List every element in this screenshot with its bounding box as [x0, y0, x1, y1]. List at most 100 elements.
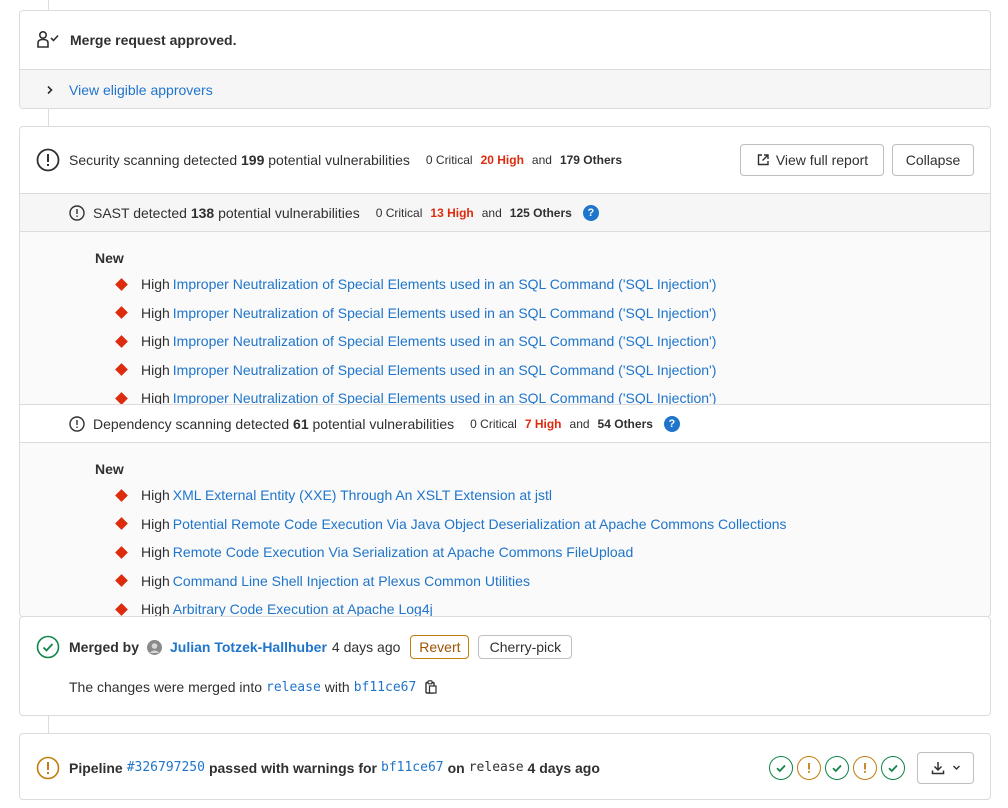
high-count: 7 High [524, 416, 562, 431]
approval-status: Merge request approved. [70, 32, 237, 48]
timeline-line [48, 108, 49, 126]
dependency-count: 61 [293, 415, 309, 432]
warning-circle-icon [36, 756, 60, 780]
vulnerability-row: High Remote Code Execution Via Serializat… [20, 538, 990, 567]
question-icon[interactable]: ? [582, 204, 599, 221]
vulnerability-link[interactable]: Arbitrary Code Execution at Apache Log4j [173, 601, 433, 616]
high-count: 20 High [480, 153, 524, 167]
vulnerability-link[interactable]: Potential Remote Code Execution Via Java… [173, 516, 787, 532]
new-label: New [95, 461, 124, 477]
sast-vulnerability-list: New High Improper Neutralization of Speci… [20, 232, 990, 404]
pipeline-id-link[interactable]: #326797250 [127, 760, 205, 775]
pipeline-branch: release [468, 760, 524, 775]
target-branch[interactable]: release [266, 680, 321, 695]
view-eligible-approvers-link[interactable]: View eligible approvers [69, 82, 213, 98]
pipeline-widget: Pipeline #326797250 passed with warnings… [19, 733, 991, 800]
view-approvers-row[interactable]: View eligible approvers [20, 69, 990, 108]
approved-user-icon [36, 30, 62, 50]
chevron-down-icon [952, 763, 961, 772]
severity-label: High [141, 333, 170, 350]
user-link[interactable]: Julian Totzek-Hallhuber [170, 639, 327, 655]
revert-button[interactable]: Revert [410, 635, 470, 659]
vulnerability-link[interactable]: Improper Neutralization of Special Eleme… [173, 276, 717, 292]
severity-label: High [141, 572, 170, 589]
stage-passed-icon[interactable] [769, 755, 793, 780]
others-count: 179 Others [559, 153, 622, 167]
avatar [147, 639, 163, 655]
severity-high-icon [115, 306, 128, 320]
collapse-button[interactable]: Collapse [892, 144, 974, 176]
critical-count: 0 Critical [425, 153, 473, 167]
severity-high-icon [115, 574, 128, 588]
dependency-vulnerability-list: New High XML External Entity (XXE) Throug… [20, 443, 990, 617]
timeline-line [48, 715, 49, 733]
severity-label: High [141, 487, 170, 504]
stage-warning-icon[interactable] [853, 755, 877, 780]
severity-high-icon [115, 545, 128, 559]
vulnerability-row: High Improper Neutralization of Special E… [20, 327, 990, 356]
total-vuln-count: 199 [241, 152, 265, 168]
vulnerability-row: High Potential Remote Code Execution Via … [20, 510, 990, 539]
critical-count: 0 Critical [470, 416, 517, 431]
view-full-report-button[interactable]: View full report [740, 144, 884, 176]
stage-passed-icon[interactable] [825, 755, 849, 780]
vulnerability-row: High Improper Neutralization of Special E… [20, 299, 990, 328]
sast-count: 138 [190, 204, 215, 221]
vulnerability-row: High Improper Neutralization of Special E… [20, 270, 990, 299]
stage-warning-icon[interactable] [797, 755, 821, 780]
alert-circle-icon [36, 148, 60, 172]
merged-widget: Merged by Julian Totzek-Hallhuber 4 days… [19, 616, 991, 716]
severity-high-icon [115, 277, 128, 291]
severity-label: High [141, 304, 170, 321]
vulnerability-link[interactable]: Improper Neutralization of Special Eleme… [173, 390, 717, 404]
pipeline-stages [769, 755, 905, 780]
critical-count: 0 Critical [375, 205, 423, 220]
merged-by-label: Merged by [69, 639, 140, 655]
download-icon [930, 760, 946, 776]
pipeline-time: 4 days ago [527, 759, 600, 776]
dependency-header[interactable]: Dependency scanning detected 61 potentia… [20, 404, 990, 443]
vulnerability-row: High Command Line Shell Injection at Plex… [20, 567, 990, 596]
severity-label: High [141, 361, 170, 378]
high-count: 13 High [430, 205, 474, 220]
vulnerability-link[interactable]: Command Line Shell Injection at Plexus C… [173, 573, 530, 589]
external-link-icon [756, 153, 770, 167]
vulnerability-link[interactable]: Remote Code Execution Via Serialization … [173, 544, 633, 560]
vulnerability-link[interactable]: Improper Neutralization of Special Eleme… [173, 305, 717, 321]
severity-high-icon [115, 517, 128, 531]
severity-label: High [141, 544, 170, 561]
alert-circle-icon [69, 204, 85, 221]
alert-circle-icon [69, 415, 85, 432]
severity-high-icon [115, 334, 128, 348]
vulnerability-link[interactable]: XML External Entity (XXE) Through An XSL… [173, 487, 552, 503]
severity-label: High [141, 390, 170, 404]
security-summary: Security scanning detected 199 potential… [69, 152, 410, 168]
others-count: 125 Others [509, 205, 572, 220]
chevron-right-icon [45, 85, 69, 95]
severity-label: High [141, 601, 170, 617]
severity-high-icon [115, 363, 128, 377]
vulnerability-row: High XML External Entity (XXE) Through An… [20, 481, 990, 510]
new-label: New [95, 250, 124, 266]
artifacts-dropdown-button[interactable] [917, 751, 974, 784]
question-icon[interactable]: ? [663, 415, 680, 432]
cherry-pick-button[interactable]: Cherry-pick [478, 635, 573, 659]
severity-high-icon [115, 391, 128, 404]
approvals-widget: Merge request approved. View eligible ap… [19, 10, 991, 109]
sast-header[interactable]: SAST detected 138 potential vulnerabilit… [20, 193, 990, 232]
severity-label: High [141, 515, 170, 532]
others-count: 54 Others [597, 416, 653, 431]
merged-time: 4 days ago [331, 639, 401, 655]
merge-commit-link[interactable]: bf11ce67 [354, 680, 417, 695]
vulnerability-row: High Arbitrary Code Execution at Apache L… [20, 595, 990, 617]
vulnerability-link[interactable]: Improper Neutralization of Special Eleme… [173, 362, 717, 378]
severity-high-icon [115, 602, 128, 616]
vulnerability-row: High Improper Neutralization of Special E… [20, 384, 990, 404]
pipeline-commit-link[interactable]: bf11ce67 [381, 760, 444, 775]
severity-high-icon [115, 488, 128, 502]
check-circle-icon [36, 635, 60, 659]
stage-passed-icon[interactable] [881, 755, 905, 780]
vulnerability-link[interactable]: Improper Neutralization of Special Eleme… [173, 333, 717, 349]
copy-icon[interactable] [425, 680, 437, 694]
severity-label: High [141, 276, 170, 293]
